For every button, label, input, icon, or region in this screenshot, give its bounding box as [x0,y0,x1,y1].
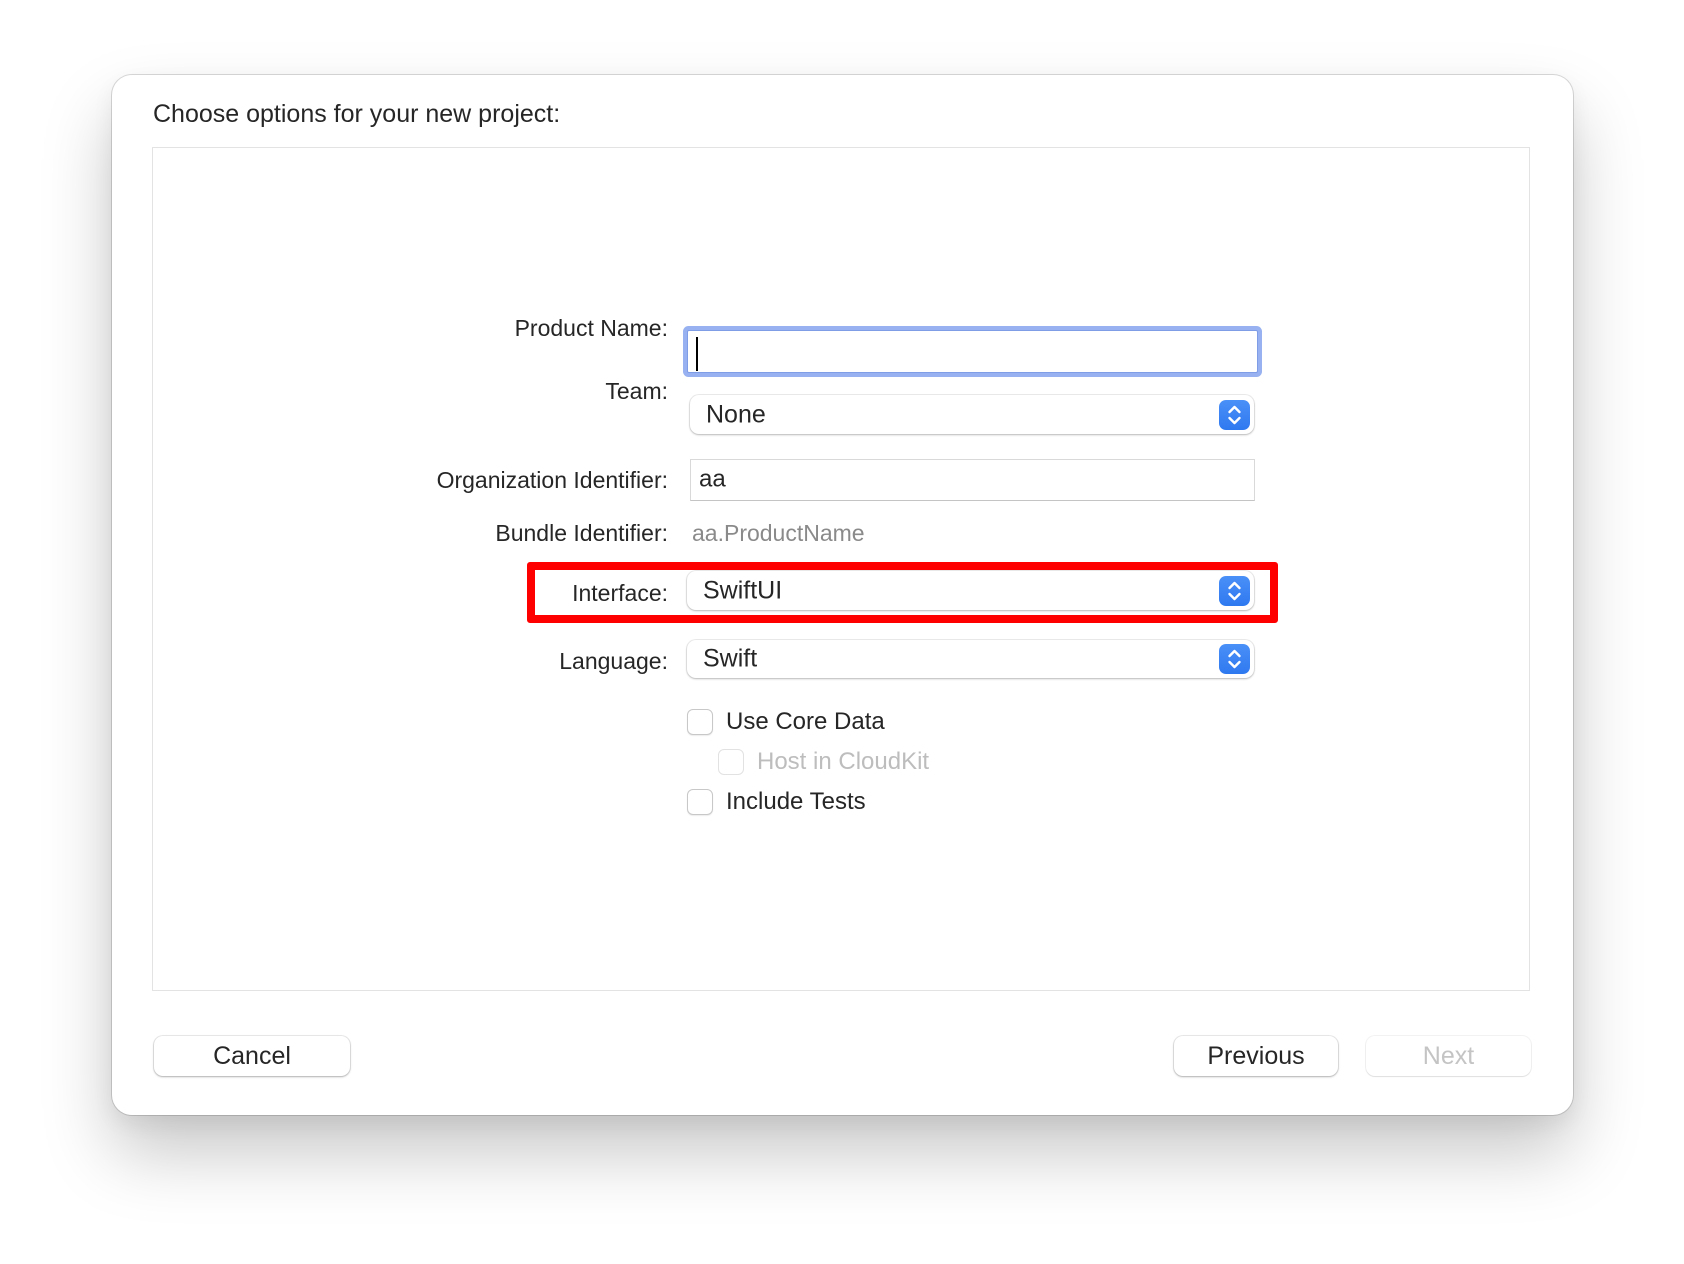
team-label: Team: [605,378,668,404]
use-core-data-checkbox[interactable] [687,709,713,735]
cancel-button[interactable]: Cancel [154,1036,350,1076]
up-down-chevron-icon [1219,644,1250,674]
organization-identifier-field[interactable]: aa [690,459,1255,501]
interface-label: Interface: [572,580,668,606]
organization-identifier-value: aa [699,465,726,493]
bundle-identifier-value: aa.ProductName [692,520,865,546]
language-label: Language: [559,648,668,674]
include-tests-checkbox[interactable] [687,789,713,815]
interface-popup[interactable]: SwiftUI [687,571,1254,610]
previous-button[interactable]: Previous [1174,1036,1338,1076]
interface-selected-value: SwiftUI [703,575,783,604]
language-popup[interactable]: Swift [687,640,1254,678]
new-project-options-dialog: Choose options for your new project: Pro… [112,75,1573,1115]
include-tests-option[interactable]: Include Tests [687,787,866,817]
text-cursor [696,337,698,371]
product-name-field[interactable] [687,330,1258,373]
bundle-identifier-label: Bundle Identifier: [495,520,668,546]
use-core-data-label: Use Core Data [726,708,885,735]
host-in-cloudkit-checkbox [718,749,744,775]
up-down-chevron-icon [1219,575,1250,606]
host-in-cloudkit-label: Host in CloudKit [757,748,930,775]
include-tests-label: Include Tests [726,788,866,815]
use-core-data-option[interactable]: Use Core Data [687,707,885,737]
language-selected-value: Swift [703,644,758,673]
up-down-chevron-icon [1219,399,1250,430]
product-name-label: Product Name: [514,315,668,341]
organization-identifier-label: Organization Identifier: [436,467,668,493]
dialog-title: Choose options for your new project: [153,100,561,128]
next-button: Next [1366,1036,1531,1076]
team-popup[interactable]: None [690,395,1254,434]
host-in-cloudkit-option: Host in CloudKit [718,747,929,777]
team-selected-value: None [706,399,766,428]
